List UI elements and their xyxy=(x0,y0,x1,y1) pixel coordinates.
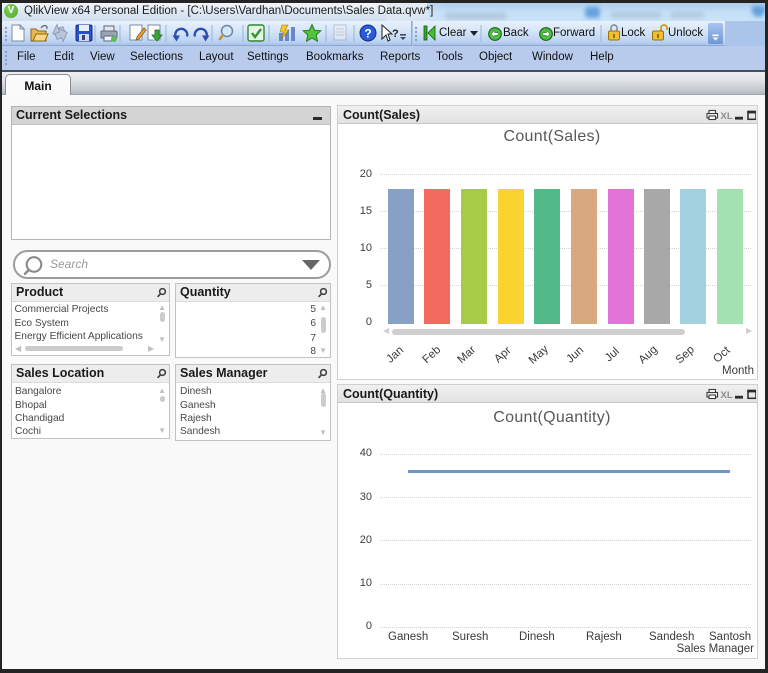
svg-text:XL: XL xyxy=(721,111,733,122)
svg-text:?: ? xyxy=(392,28,399,40)
svg-text:XL: XL xyxy=(721,390,733,401)
svg-text:?: ? xyxy=(364,27,371,41)
